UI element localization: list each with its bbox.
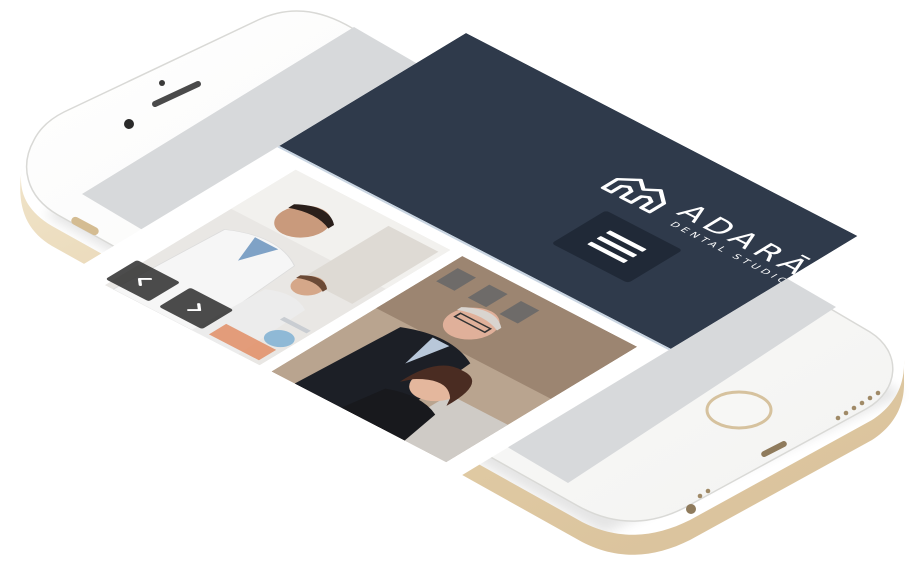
headphone-jack: [686, 504, 696, 514]
front-camera-icon: [124, 119, 134, 129]
home-button[interactable]: [705, 390, 773, 430]
chevron-right-icon: [187, 303, 202, 312]
chevron-left-icon: [137, 278, 153, 286]
house-tooth-logo-icon: [600, 177, 667, 214]
product-mockup: ADARĀ DENTAL STUDIO: [0, 0, 920, 572]
sensor-dot: [159, 80, 165, 86]
